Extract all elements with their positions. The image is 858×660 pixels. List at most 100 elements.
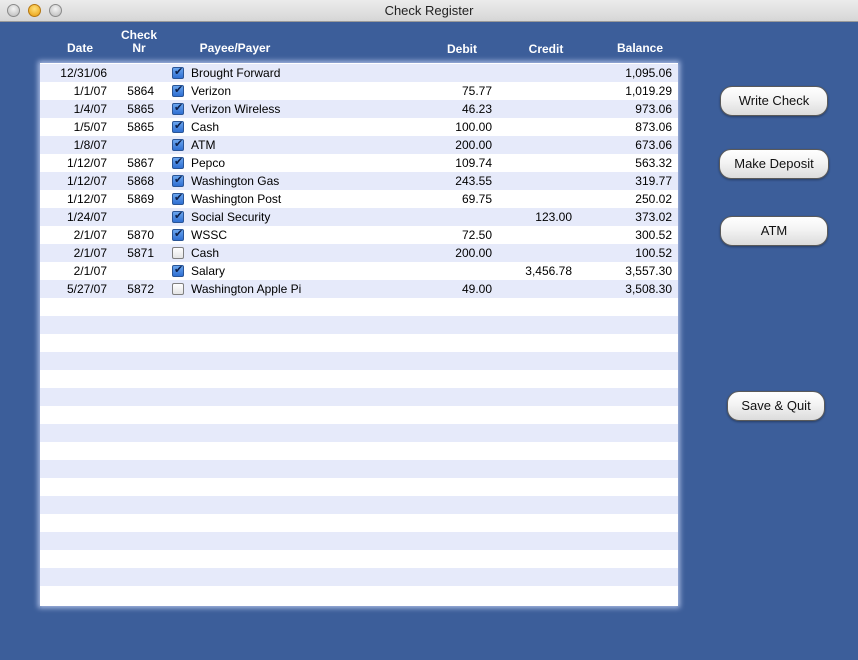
- row-check-nr[interactable]: [110, 264, 154, 278]
- cleared-checkbox[interactable]: [172, 119, 184, 133]
- table-row[interactable]: 1/5/07 5865 Cash 100.00 873.06: [40, 118, 678, 136]
- empty-table-row[interactable]: [40, 442, 678, 460]
- row-debit[interactable]: 46.23: [420, 102, 492, 116]
- cleared-checkbox[interactable]: [172, 155, 184, 169]
- row-payee[interactable]: Pepco: [191, 156, 371, 170]
- cleared-checkbox[interactable]: [172, 227, 184, 241]
- write-check-button[interactable]: Write Check: [720, 86, 828, 116]
- row-date[interactable]: 2/1/07: [40, 228, 107, 242]
- row-check-nr[interactable]: 5868: [110, 174, 154, 188]
- row-payee[interactable]: Brought Forward: [191, 66, 371, 80]
- row-check-nr[interactable]: [110, 138, 154, 152]
- row-date[interactable]: 1/24/07: [40, 210, 107, 224]
- row-balance[interactable]: 250.02: [588, 192, 672, 206]
- row-debit[interactable]: 200.00: [420, 138, 492, 152]
- empty-table-row[interactable]: [40, 586, 678, 604]
- empty-table-row[interactable]: [40, 568, 678, 586]
- row-payee[interactable]: Cash: [191, 120, 371, 134]
- row-check-nr[interactable]: 5870: [110, 228, 154, 242]
- row-date[interactable]: 1/12/07: [40, 156, 107, 170]
- empty-table-row[interactable]: [40, 370, 678, 388]
- row-balance[interactable]: 563.32: [588, 156, 672, 170]
- row-payee[interactable]: Verizon: [191, 84, 371, 98]
- row-debit[interactable]: 75.77: [420, 84, 492, 98]
- row-payee[interactable]: Washington Gas: [191, 174, 371, 188]
- row-date[interactable]: 1/8/07: [40, 138, 107, 152]
- cleared-checkbox[interactable]: [172, 83, 184, 97]
- empty-table-row[interactable]: [40, 298, 678, 316]
- row-credit[interactable]: 123.00: [500, 210, 572, 224]
- row-payee[interactable]: Washington Post: [191, 192, 371, 206]
- cleared-checkbox[interactable]: [172, 247, 184, 259]
- row-check-nr[interactable]: [110, 66, 154, 80]
- row-credit[interactable]: [500, 192, 572, 206]
- row-debit[interactable]: 100.00: [420, 120, 492, 134]
- row-balance[interactable]: 100.52: [588, 246, 672, 260]
- row-credit[interactable]: [500, 282, 572, 296]
- cleared-checkbox[interactable]: [172, 173, 184, 187]
- atm-button[interactable]: ATM: [720, 216, 828, 246]
- row-debit[interactable]: [420, 264, 492, 278]
- table-row[interactable]: 1/1/07 5864 Verizon 75.77 1,019.29: [40, 82, 678, 100]
- row-credit[interactable]: [500, 120, 572, 134]
- row-date[interactable]: 2/1/07: [40, 246, 107, 260]
- row-debit[interactable]: [420, 66, 492, 80]
- row-date[interactable]: 1/12/07: [40, 174, 107, 188]
- table-row[interactable]: 2/1/07 5871 Cash 200.00 100.52: [40, 244, 678, 262]
- row-debit[interactable]: 200.00: [420, 246, 492, 260]
- row-credit[interactable]: [500, 66, 572, 80]
- row-credit[interactable]: 3,456.78: [500, 264, 572, 278]
- cleared-checkbox[interactable]: [172, 209, 184, 223]
- table-row[interactable]: 2/1/07 5870 WSSC 72.50 300.52: [40, 226, 678, 244]
- row-check-nr[interactable]: 5867: [110, 156, 154, 170]
- row-credit[interactable]: [500, 174, 572, 188]
- empty-table-row[interactable]: [40, 496, 678, 514]
- empty-table-row[interactable]: [40, 388, 678, 406]
- empty-table-row[interactable]: [40, 460, 678, 478]
- cleared-checkbox[interactable]: [172, 65, 184, 79]
- table-row[interactable]: 1/24/07 Social Security 123.00 373.02: [40, 208, 678, 226]
- row-debit[interactable]: 109.74: [420, 156, 492, 170]
- row-debit[interactable]: 243.55: [420, 174, 492, 188]
- row-debit[interactable]: 72.50: [420, 228, 492, 242]
- cleared-checkbox[interactable]: [172, 263, 184, 277]
- empty-table-row[interactable]: [40, 532, 678, 550]
- empty-table-row[interactable]: [40, 550, 678, 568]
- row-balance[interactable]: 973.06: [588, 102, 672, 116]
- cleared-checkbox[interactable]: [172, 101, 184, 115]
- row-debit[interactable]: [420, 210, 492, 224]
- row-date[interactable]: 1/12/07: [40, 192, 107, 206]
- empty-table-row[interactable]: [40, 424, 678, 442]
- row-balance[interactable]: 3,508.30: [588, 282, 672, 296]
- row-credit[interactable]: [500, 228, 572, 242]
- make-deposit-button[interactable]: Make Deposit: [719, 149, 829, 179]
- row-payee[interactable]: Social Security: [191, 210, 371, 224]
- row-check-nr[interactable]: 5871: [110, 246, 154, 260]
- row-payee[interactable]: ATM: [191, 138, 371, 152]
- row-balance[interactable]: 3,557.30: [588, 264, 672, 278]
- row-balance[interactable]: 1,095.06: [588, 66, 672, 80]
- row-credit[interactable]: [500, 156, 572, 170]
- row-date[interactable]: 12/31/06: [40, 66, 107, 80]
- row-check-nr[interactable]: [110, 210, 154, 224]
- row-payee[interactable]: Cash: [191, 246, 371, 260]
- table-row[interactable]: 2/1/07 Salary 3,456.78 3,557.30: [40, 262, 678, 280]
- row-payee[interactable]: Salary: [191, 264, 371, 278]
- table-row[interactable]: 1/12/07 5869 Washington Post 69.75 250.02: [40, 190, 678, 208]
- row-date[interactable]: 5/27/07: [40, 282, 107, 296]
- table-row[interactable]: 12/31/06 Brought Forward 1,095.06: [40, 64, 678, 82]
- empty-table-row[interactable]: [40, 334, 678, 352]
- row-balance[interactable]: 673.06: [588, 138, 672, 152]
- cleared-checkbox[interactable]: [172, 191, 184, 205]
- row-balance[interactable]: 319.77: [588, 174, 672, 188]
- empty-table-row[interactable]: [40, 316, 678, 334]
- title-bar[interactable]: Check Register: [0, 0, 858, 22]
- table-row[interactable]: 1/8/07 ATM 200.00 673.06: [40, 136, 678, 154]
- row-check-nr[interactable]: 5865: [110, 120, 154, 134]
- empty-table-row[interactable]: [40, 514, 678, 532]
- table-row[interactable]: 1/12/07 5867 Pepco 109.74 563.32: [40, 154, 678, 172]
- row-date[interactable]: 2/1/07: [40, 264, 107, 278]
- empty-table-row[interactable]: [40, 352, 678, 370]
- row-check-nr[interactable]: 5865: [110, 102, 154, 116]
- empty-table-row[interactable]: [40, 478, 678, 496]
